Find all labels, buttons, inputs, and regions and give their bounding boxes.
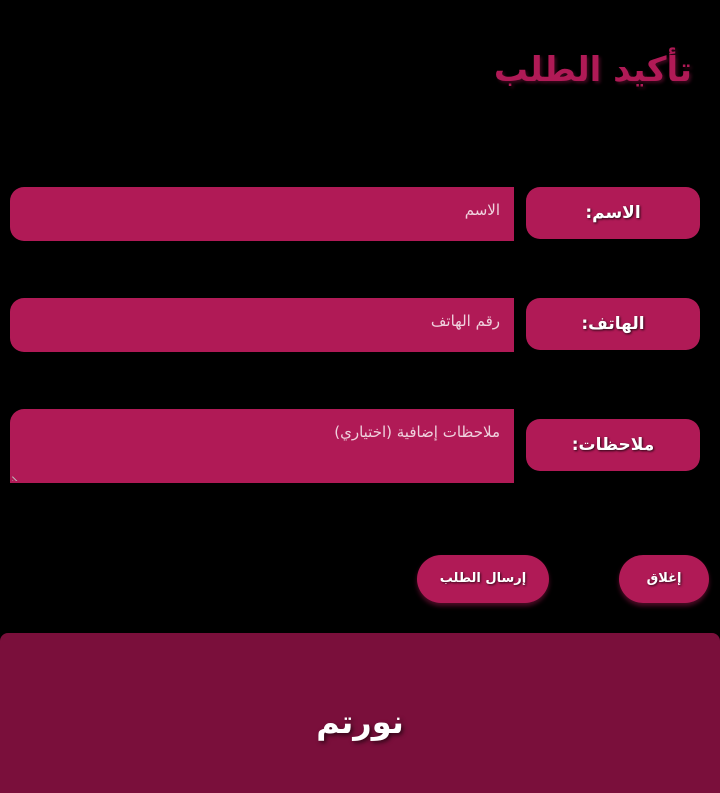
footer-brand: نورتم (316, 703, 404, 741)
submit-order-button[interactable]: إرسال الطلب (417, 555, 549, 603)
notes-label: ملاحظات: (526, 419, 700, 471)
name-label: الاسم: (526, 187, 700, 239)
phone-row: الهاتف: رقم الهاتف (10, 298, 700, 352)
footer: نورتم (0, 633, 720, 793)
notes-row: ملاحظات: ملاحظات إضافية (اختياري) (10, 409, 700, 483)
page-title: تأكيد الطلب (493, 50, 692, 90)
close-button[interactable]: إغلاق (619, 555, 709, 603)
notes-placeholder: ملاحظات إضافية (اختياري) (334, 423, 500, 441)
order-confirmation-page: تأكيد الطلب الاسم: الاسم الهاتف: رقم اله… (0, 0, 720, 793)
name-row: الاسم: الاسم (10, 187, 700, 241)
phone-label: الهاتف: (526, 298, 700, 350)
notes-textarea[interactable]: ملاحظات إضافية (اختياري) (10, 409, 514, 483)
name-input[interactable]: الاسم (10, 187, 514, 241)
phone-input[interactable]: رقم الهاتف (10, 298, 514, 352)
resize-grip-icon[interactable] (12, 471, 22, 481)
